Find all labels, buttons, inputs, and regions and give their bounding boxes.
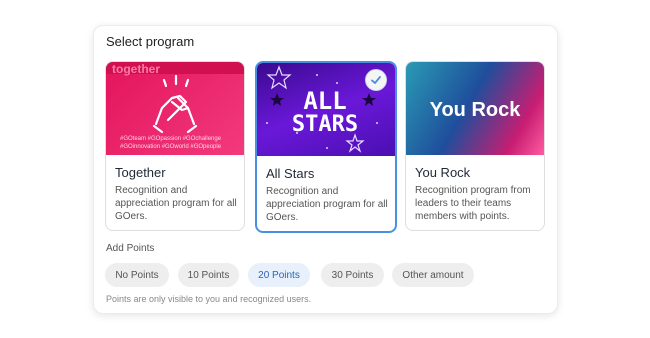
you-rock-image: You Rock [406, 62, 544, 155]
program-name: Together [115, 165, 166, 180]
all-stars-image-line1: ALL [303, 87, 346, 115]
together-hashtags-1: #GOteam #GOpassion #GOchallenge [120, 136, 222, 142]
add-points-label: Add Points [106, 243, 155, 254]
program-card-all-stars[interactable]: ALL STARS All Stars Recognition and appr… [255, 61, 397, 233]
together-image: together #GOteam #GOpassion #GOchallenge… [106, 62, 244, 155]
together-hashtags-2: #GOinnovation #GOworld #GOpeople [120, 144, 222, 150]
program-description: Recognition and appreciation program for… [266, 186, 388, 223]
points-option-20[interactable]: 20 Points [248, 263, 310, 287]
all-stars-image: ALL STARS [257, 63, 395, 156]
points-option-30[interactable]: 30 Points [321, 263, 384, 287]
select-program-panel: Select program together #GOteam #GOpassi… [93, 25, 558, 314]
points-option-10[interactable]: 10 Points [178, 263, 239, 287]
program-name: You Rock [415, 165, 471, 180]
points-option-none[interactable]: No Points [105, 263, 169, 287]
you-rock-image-text: You Rock [430, 99, 522, 121]
together-image-text: together [112, 62, 160, 76]
handshake-icon [152, 74, 198, 134]
program-card-together[interactable]: together #GOteam #GOpassion #GOchallenge… [105, 61, 245, 231]
points-visibility-note: Points are only visible to you and recog… [106, 294, 312, 304]
program-description: Recognition program from leaders to thei… [415, 185, 531, 222]
program-description: Recognition and appreciation program for… [115, 185, 237, 222]
program-card-you-rock[interactable]: You Rock You Rock Recognition program fr… [405, 61, 545, 231]
panel-title: Select program [106, 34, 195, 49]
checkmark-icon [365, 69, 387, 91]
all-stars-image-line2: STARS [292, 112, 358, 137]
program-name: All Stars [266, 166, 315, 181]
points-option-other[interactable]: Other amount [392, 263, 474, 287]
you-rock-artwork: You Rock [430, 99, 522, 121]
together-artwork: together #GOteam #GOpassion #GOchallenge… [106, 62, 244, 150]
